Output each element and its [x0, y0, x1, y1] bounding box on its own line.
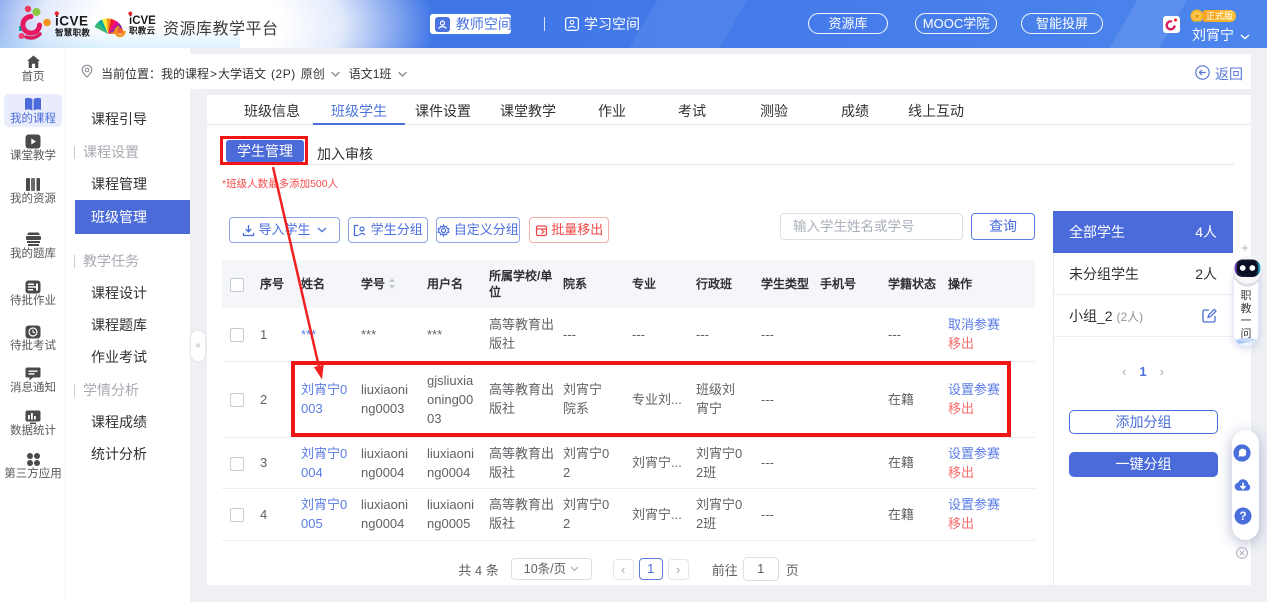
- svg-text:?: ?: [1239, 509, 1246, 523]
